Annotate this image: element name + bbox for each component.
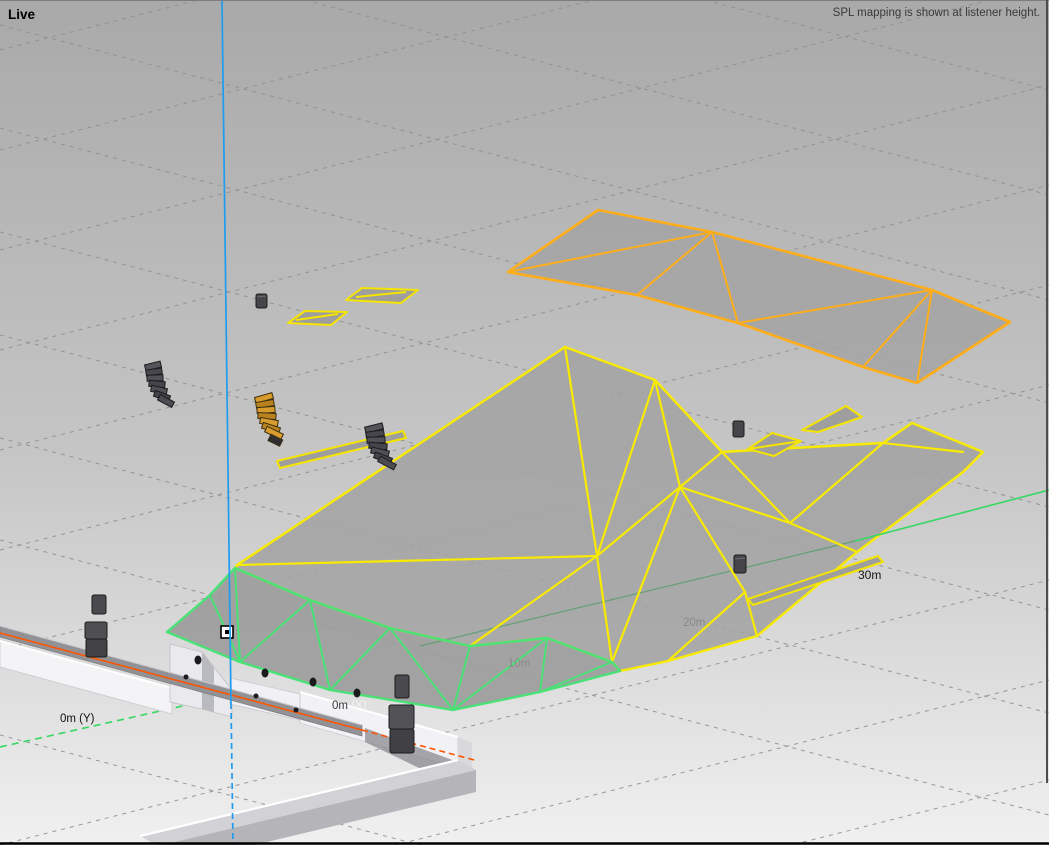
spl-mapping-note: SPL mapping is shown at listener height. — [833, 7, 1040, 19]
delay-speaker-upper-left[interactable] — [256, 294, 267, 308]
distance-label-10m: 10m — [508, 658, 530, 670]
delay-speaker-lower-right[interactable] — [734, 555, 746, 573]
spl-mapping-3d-viewport[interactable]: Live SPL mapping is shown at listener he… — [0, 0, 1049, 845]
listener-probe-marker[interactable] — [221, 626, 233, 638]
view-mode-label: Live — [8, 7, 36, 22]
distance-label-30m: 30m — [858, 568, 881, 582]
axis-label-origin-x: 0m (X) — [332, 700, 367, 712]
delay-speaker-mid-right[interactable] — [733, 421, 744, 437]
axis-label-origin-y: 0m (Y) — [60, 713, 95, 725]
scene-canvas[interactable]: Live SPL mapping is shown at listener he… — [0, 0, 1049, 845]
distance-label-20m: 20m — [683, 617, 705, 629]
